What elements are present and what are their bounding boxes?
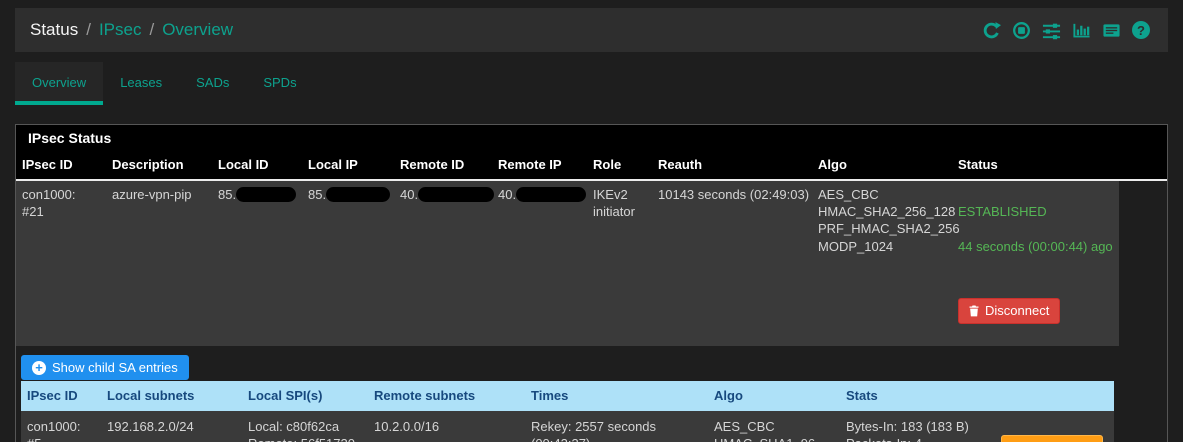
cell-description: azure-vpn-pip [112, 187, 192, 203]
status-age: 44 seconds (00:00:44) ago [958, 238, 1113, 254]
col-description: Description [112, 157, 184, 172]
col-remote-id: Remote ID [400, 157, 465, 172]
col-times: Times [531, 388, 569, 404]
col-child-ipsec-id: IPsec ID [27, 388, 78, 404]
cell-remote-ip: 40. [492, 181, 587, 346]
breadcrumb-separator: / [86, 20, 91, 39]
child-table-header: IPsec ID Local subnets Local SPI(s) Remo… [21, 381, 1114, 411]
trash-icon [969, 305, 979, 317]
col-local-spis: Local SPI(s) [248, 388, 323, 404]
tab-leases[interactable]: Leases [103, 62, 179, 105]
help-icon[interactable]: ? [1132, 21, 1150, 39]
col-local-id: Local ID [218, 157, 269, 172]
status-table-row: con1000: #21 azure-vpn-pip 85. 85. 40. 4… [16, 181, 1119, 346]
remote-id-prefix: 40. [400, 187, 419, 203]
tab-bar: Overview Leases SADs SPDs [15, 62, 1168, 105]
breadcrumb-ipsec-link[interactable]: IPsec [99, 20, 142, 40]
refresh-icon[interactable] [982, 21, 1001, 40]
col-remote-ip: Remote IP [498, 157, 562, 172]
col-ipsec-id: IPsec ID [22, 157, 73, 172]
col-algo: Algo [818, 157, 847, 172]
disconnect-p1-label: Disconnect [985, 303, 1050, 319]
col-local-ip: Local IP [308, 157, 358, 172]
cell-local-id: 85. [212, 181, 302, 346]
remote-ip-prefix: 40. [498, 187, 517, 203]
plus-circle-icon: + [32, 360, 46, 375]
local-id-prefix: 85. [218, 187, 237, 203]
redaction-blob [418, 186, 495, 202]
tab-spds[interactable]: SPDs [246, 62, 313, 105]
tab-sads[interactable]: SADs [179, 62, 246, 105]
col-child-algo: Algo [714, 388, 743, 404]
status-established: ESTABLISHED [958, 204, 1047, 220]
cell-ipsec-id: con1000: #21 [22, 187, 76, 220]
col-role: Role [593, 157, 622, 172]
cell-child-actions: Disconnect [995, 411, 1114, 442]
breadcrumb-separator: / [149, 20, 155, 39]
col-remote-subnets: Remote subnets [374, 388, 476, 404]
cell-role: IKEv2 initiator [593, 187, 635, 220]
ipsec-status-panel: IPsec Status IPsec ID Description Local … [15, 124, 1168, 442]
breadcrumb: Status / IPsec / Overview [30, 20, 233, 40]
col-status: Status [958, 157, 998, 172]
breadcrumb-overview-link[interactable]: Overview [162, 20, 233, 40]
local-ip-prefix: 85. [308, 187, 327, 203]
show-child-sa-button[interactable]: + Show child SA entries [21, 354, 189, 381]
panel-title: IPsec Status [16, 125, 1167, 150]
stop-auto-refresh-icon[interactable] [1012, 21, 1031, 40]
cell-status: ESTABLISHED 44 seconds (00:00:44) ago Di… [952, 181, 1119, 346]
cell-times: Rekey: 2557 seconds (00:42:37) Life: 355… [531, 418, 657, 442]
tab-overview[interactable]: Overview [15, 62, 104, 105]
cell-local-ip: 85. [302, 181, 394, 346]
log-view-icon[interactable] [1102, 21, 1121, 40]
cell-remote-subnets: 10.2.0.0/16 [374, 418, 440, 434]
cell-local-subnets: 192.168.2.0/24 [107, 418, 194, 434]
header-action-icons: ? [982, 21, 1150, 40]
child-sa-table: IPsec ID Local subnets Local SPI(s) Remo… [21, 381, 1114, 442]
status-table-header: IPsec ID Description Local ID Local IP R… [16, 150, 1167, 182]
disconnect-p1-button[interactable]: Disconnect [958, 298, 1061, 324]
redaction-blob [516, 186, 587, 202]
redaction-blob [326, 186, 391, 202]
cell-child-algo: AES_CBC HMAC_SHA1_96 IPComp: none [714, 418, 815, 442]
cell-algo: AES_CBC HMAC_SHA2_256_128 PRF_HMAC_SHA2_… [818, 187, 960, 254]
cell-local-spis: Local: c80f62ca Remote: 56f51720 [248, 418, 355, 442]
sliders-icon[interactable] [1042, 21, 1061, 40]
breadcrumb-status: Status [30, 20, 79, 39]
show-child-sa-label: Show child SA entries [52, 359, 178, 375]
redaction-blob [236, 186, 297, 202]
breadcrumb-bar: Status / IPsec / Overview ? [15, 8, 1168, 52]
col-local-subnets: Local subnets [107, 388, 195, 404]
col-child-actions [995, 381, 1114, 410]
col-reauth: Reauth [658, 157, 703, 172]
cell-reauth: 10143 seconds (02:49:03) [658, 187, 810, 203]
cell-child-ipsec-id: con1000: #5 [27, 418, 81, 442]
cell-stats: Bytes-In: 183 (183 B) Packets-In: 4 Byte… [846, 418, 969, 442]
disconnect-child-sa-button[interactable]: Disconnect [1001, 434, 1104, 442]
child-table-row: con1000: #5 192.168.2.0/24 Local: c80f62… [21, 410, 1114, 442]
col-stats: Stats [846, 388, 878, 404]
chart-bar-icon[interactable] [1072, 21, 1091, 40]
cell-remote-id: 40. [394, 181, 495, 346]
